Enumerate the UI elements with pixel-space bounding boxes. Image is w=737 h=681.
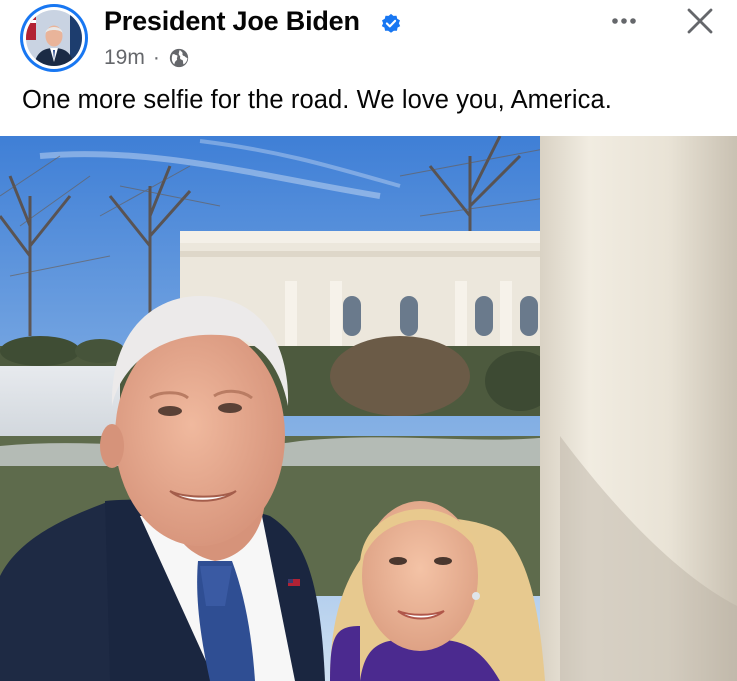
post-meta: 19m · <box>104 46 190 70</box>
profile-photo <box>26 10 82 66</box>
post-time[interactable]: 19m <box>104 46 145 70</box>
meta-separator: · <box>152 46 160 69</box>
post-caption: One more selfie for the road. We love yo… <box>22 86 612 114</box>
post-card: President Joe Biden 19m · One more selfi… <box>0 0 737 681</box>
post-header: President Joe Biden 19m · <box>0 0 737 82</box>
selfie-photo <box>0 136 737 681</box>
post-photo[interactable] <box>0 136 737 681</box>
globe-icon <box>169 48 189 68</box>
verified-badge-icon <box>381 13 401 33</box>
author-name[interactable]: President Joe Biden <box>104 6 360 37</box>
more-options-icon[interactable] <box>606 8 642 34</box>
avatar[interactable] <box>20 4 88 72</box>
close-icon[interactable] <box>682 4 718 40</box>
